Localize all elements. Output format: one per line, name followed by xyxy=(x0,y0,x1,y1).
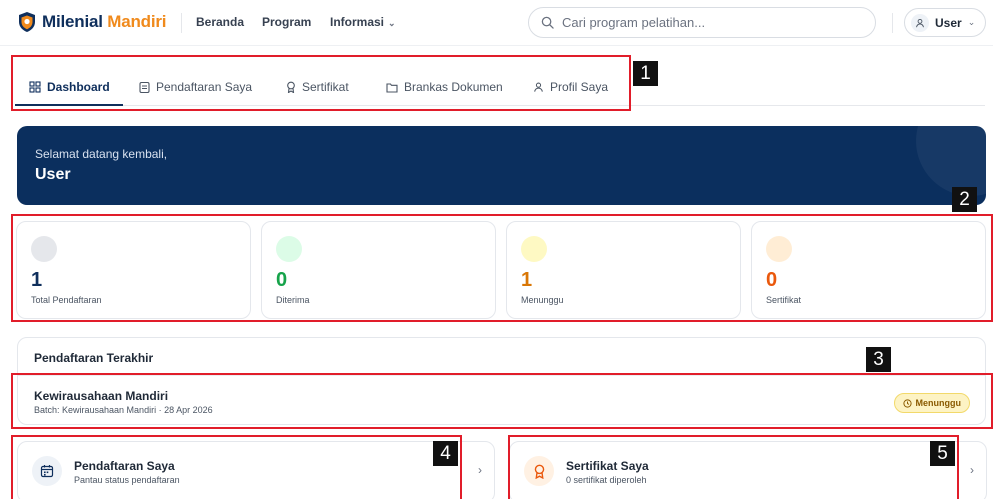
user-icon xyxy=(916,18,924,27)
top-navbar: Milenial Mandiri Beranda Program Informa… xyxy=(0,0,993,46)
stat-card-total-pendaftaran: 1 Total Pendaftaran xyxy=(16,221,251,319)
card-subtitle: Pantau status pendaftaran xyxy=(74,475,180,485)
dashboard-tabs: Dashboard Pendaftaran Saya Sertifikat Br… xyxy=(15,60,985,106)
stat-card-diterima: 0 Diterima xyxy=(261,221,496,319)
stat-card-sertifikat: 0 Sertifikat xyxy=(751,221,986,319)
tab-dashboard-label: Dashboard xyxy=(47,80,110,94)
stat-icon-circle xyxy=(521,236,547,262)
award-icon xyxy=(534,464,544,479)
card-title: Pendaftaran Saya xyxy=(74,459,175,473)
search-bar[interactable] xyxy=(528,7,876,38)
recent-registrations-title: Pendaftaran Terakhir xyxy=(34,351,154,365)
tab-profil-saya-label: Profil Saya xyxy=(550,80,609,94)
brand-logo[interactable]: Milenial Mandiri xyxy=(18,11,167,33)
annotation-label-5: 5 xyxy=(930,441,955,466)
stat-icon-circle xyxy=(31,236,57,262)
nav-divider xyxy=(892,13,893,33)
recent-registrations-panel: Pendaftaran Terakhir Kewirausahaan Mandi… xyxy=(17,337,986,425)
brand-name-part2: Mandiri xyxy=(107,12,167,31)
stat-card-menunggu: 1 Menunggu xyxy=(506,221,741,319)
annotation-label-3: 3 xyxy=(866,347,891,372)
status-badge-label: Menunggu xyxy=(915,398,962,408)
brand-name: Milenial Mandiri xyxy=(42,12,167,32)
stat-value: 1 xyxy=(521,269,533,291)
tab-pendaftaran-saya-label: Pendaftaran Saya xyxy=(156,80,253,94)
active-tab-indicator xyxy=(15,104,123,106)
annotation-label-1: 1 xyxy=(633,61,658,86)
card-icon-circle xyxy=(32,456,62,486)
stat-label: Sertifikat xyxy=(766,295,802,305)
panel-divider xyxy=(18,375,985,376)
annotation-label-2: 2 xyxy=(952,187,977,212)
award-icon xyxy=(287,81,295,93)
stat-label: Total Pendaftaran xyxy=(31,295,102,305)
clipboard-icon xyxy=(139,81,150,93)
chevron-right-icon: › xyxy=(970,463,974,477)
chevron-down-icon: ⌄ xyxy=(967,17,976,27)
tab-dashboard[interactable]: Dashboard xyxy=(29,80,110,94)
card-icon-circle xyxy=(524,456,554,486)
dashboard-grid-icon xyxy=(29,81,41,93)
tab-brankas-dokumen-label: Brankas Dokumen xyxy=(404,80,503,94)
stat-label: Menunggu xyxy=(521,295,564,305)
registration-batch-info: Batch: Kewirausahaan Mandiri · 28 Apr 20… xyxy=(34,405,213,415)
quick-link-sertifikat-saya[interactable]: Sertifikat Saya 0 sertifikat diperoleh › xyxy=(509,441,987,499)
tab-profil-saya[interactable]: Profil Saya xyxy=(533,80,608,94)
chevron-right-icon: › xyxy=(478,463,482,477)
status-badge: Menunggu xyxy=(893,393,970,413)
card-subtitle: 0 sertifikat diperoleh xyxy=(566,475,647,485)
tab-brankas-dokumen[interactable]: Brankas Dokumen xyxy=(386,80,503,94)
quick-link-pendaftaran-saya[interactable]: Pendaftaran Saya Pantau status pendaftar… xyxy=(17,441,495,499)
nav-link-informasi-label: Informasi xyxy=(330,15,385,29)
stat-value: 1 xyxy=(31,269,43,291)
calendar-icon xyxy=(40,465,54,478)
search-input[interactable] xyxy=(562,15,862,30)
card-title: Sertifikat Saya xyxy=(566,459,649,473)
stat-icon-circle xyxy=(766,236,792,262)
annotation-label-4: 4 xyxy=(433,441,458,466)
welcome-banner: Selamat datang kembali, User xyxy=(17,126,986,205)
stat-value: 0 xyxy=(766,269,778,291)
nav-link-informasi[interactable]: Informasi ⌄ xyxy=(330,15,396,29)
folder-icon xyxy=(386,82,398,93)
welcome-user-name: User xyxy=(35,166,71,183)
registration-program-name[interactable]: Kewirausahaan Mandiri xyxy=(34,389,168,403)
user-avatar xyxy=(911,13,929,32)
banner-decoration xyxy=(916,126,986,196)
tab-sertifikat-label: Sertifikat xyxy=(302,80,349,94)
stat-value: 0 xyxy=(276,269,288,291)
brand-name-part1: Milenial xyxy=(42,12,103,31)
search-icon xyxy=(541,16,554,29)
nav-divider xyxy=(181,13,182,33)
tab-sertifikat[interactable]: Sertifikat xyxy=(286,80,349,94)
chevron-down-icon: ⌄ xyxy=(388,18,396,28)
welcome-greeting: Selamat datang kembali, xyxy=(35,147,168,161)
nav-link-beranda[interactable]: Beranda xyxy=(196,15,244,29)
stat-label: Diterima xyxy=(276,295,310,305)
clock-icon xyxy=(902,398,912,408)
user-icon xyxy=(534,82,543,92)
stat-icon-circle xyxy=(276,236,302,262)
user-menu-button[interactable]: User ⌄ xyxy=(904,8,986,37)
user-name: User xyxy=(935,15,962,30)
nav-link-program[interactable]: Program xyxy=(262,15,311,29)
tab-pendaftaran-saya[interactable]: Pendaftaran Saya xyxy=(139,80,252,94)
shield-logo-icon xyxy=(19,12,35,32)
